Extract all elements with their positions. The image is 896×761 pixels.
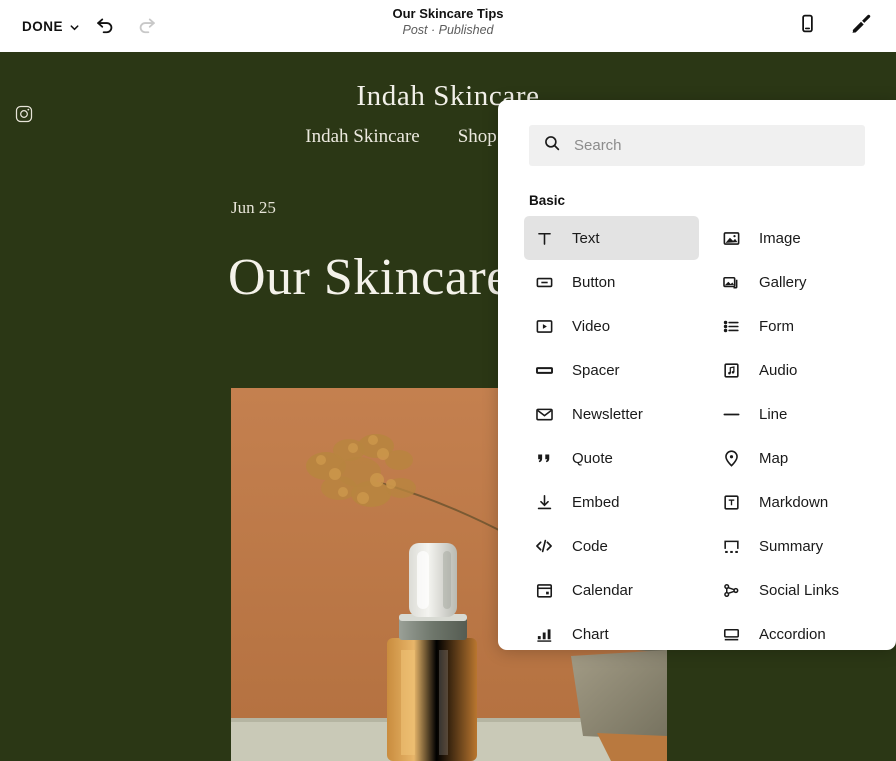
block-item-line[interactable]: Line	[711, 392, 886, 436]
block-item-button[interactable]: Button	[524, 260, 699, 304]
social-links-icon	[719, 578, 743, 602]
block-group-label: Basic	[529, 193, 566, 208]
block-label: Map	[759, 449, 789, 467]
block-label: Summary	[759, 537, 824, 555]
chart-icon	[532, 622, 556, 646]
block-grid: Text Image Button Gallery Video Form Spa…	[498, 216, 896, 650]
undo-arrow-icon	[94, 13, 116, 40]
accordion-icon	[719, 622, 743, 646]
nav-item-home[interactable]: Indah Skincare	[305, 126, 419, 151]
block-item-audio[interactable]: Audio	[711, 348, 886, 392]
map-pin-icon	[719, 446, 743, 470]
block-item-markdown[interactable]: Markdown	[711, 480, 886, 524]
block-label: Embed	[572, 493, 620, 511]
block-label: Form	[759, 317, 794, 335]
block-item-embed[interactable]: Embed	[524, 480, 699, 524]
embed-icon	[532, 490, 556, 514]
gallery-icon	[719, 270, 743, 294]
block-label: Chart	[572, 625, 609, 643]
editor-toolbar: DONE Our Skincare Tips Post · Published	[0, 0, 896, 52]
post-date: Jun 25	[231, 198, 276, 217]
video-icon	[532, 314, 556, 338]
block-label: Gallery	[759, 273, 807, 291]
block-item-spacer[interactable]: Spacer	[524, 348, 699, 392]
button-icon	[532, 270, 556, 294]
block-label: Text	[572, 229, 600, 247]
block-label: Calendar	[572, 581, 633, 599]
block-item-form[interactable]: Form	[711, 304, 886, 348]
calendar-icon	[532, 578, 556, 602]
newsletter-icon	[532, 402, 556, 426]
block-label: Code	[572, 537, 608, 555]
block-label: Audio	[759, 361, 798, 379]
markdown-icon	[719, 490, 743, 514]
block-label: Spacer	[572, 361, 620, 379]
block-item-gallery[interactable]: Gallery	[711, 260, 886, 304]
chevron-down-icon	[69, 21, 80, 32]
search-input[interactable]	[574, 137, 851, 154]
block-label: Video	[572, 317, 611, 335]
audio-icon	[719, 358, 743, 382]
nav-item-shop[interactable]: Shop	[458, 126, 497, 151]
block-item-calendar[interactable]: Calendar	[524, 568, 699, 612]
block-item-code[interactable]: Code	[524, 524, 699, 568]
block-item-chart[interactable]: Chart	[524, 612, 699, 650]
mobile-preview-button[interactable]	[786, 5, 828, 47]
summary-icon	[719, 534, 743, 558]
text-icon	[532, 226, 556, 250]
mobile-phone-icon	[797, 13, 818, 39]
code-icon	[532, 534, 556, 558]
block-search-field[interactable]	[529, 125, 865, 166]
done-label: DONE	[22, 18, 64, 34]
block-item-social-links[interactable]: Social Links	[711, 568, 886, 612]
block-item-summary[interactable]: Summary	[711, 524, 886, 568]
block-label: Line	[759, 405, 788, 423]
block-label: Markdown	[759, 493, 829, 511]
block-item-accordion[interactable]: Accordion	[711, 612, 886, 650]
image-icon	[719, 226, 743, 250]
block-item-newsletter[interactable]: Newsletter	[524, 392, 699, 436]
spacer-icon	[532, 358, 556, 382]
done-button[interactable]: DONE	[18, 13, 84, 40]
block-label: Image	[759, 229, 801, 247]
block-item-image[interactable]: Image	[711, 216, 886, 260]
block-label: Newsletter	[572, 405, 643, 423]
block-label: Quote	[572, 449, 613, 467]
line-icon	[719, 402, 743, 426]
paintbrush-icon	[850, 12, 873, 40]
block-label: Accordion	[759, 625, 826, 643]
block-item-map[interactable]: Map	[711, 436, 886, 480]
form-icon	[719, 314, 743, 338]
block-item-video[interactable]: Video	[524, 304, 699, 348]
redo-button[interactable]	[126, 5, 168, 47]
toolbar-left-group: DONE	[0, 5, 168, 47]
style-editor-button[interactable]	[840, 5, 882, 47]
search-icon	[543, 134, 561, 157]
block-item-text[interactable]: Text	[524, 216, 699, 260]
redo-arrow-icon	[136, 13, 158, 40]
undo-button[interactable]	[84, 5, 126, 47]
toolbar-right-group	[786, 0, 882, 52]
block-label: Button	[572, 273, 616, 291]
block-label: Social Links	[759, 581, 840, 599]
block-item-quote[interactable]: Quote	[524, 436, 699, 480]
block-picker-panel: Basic Text Image	[498, 100, 896, 650]
quote-icon	[532, 446, 556, 470]
